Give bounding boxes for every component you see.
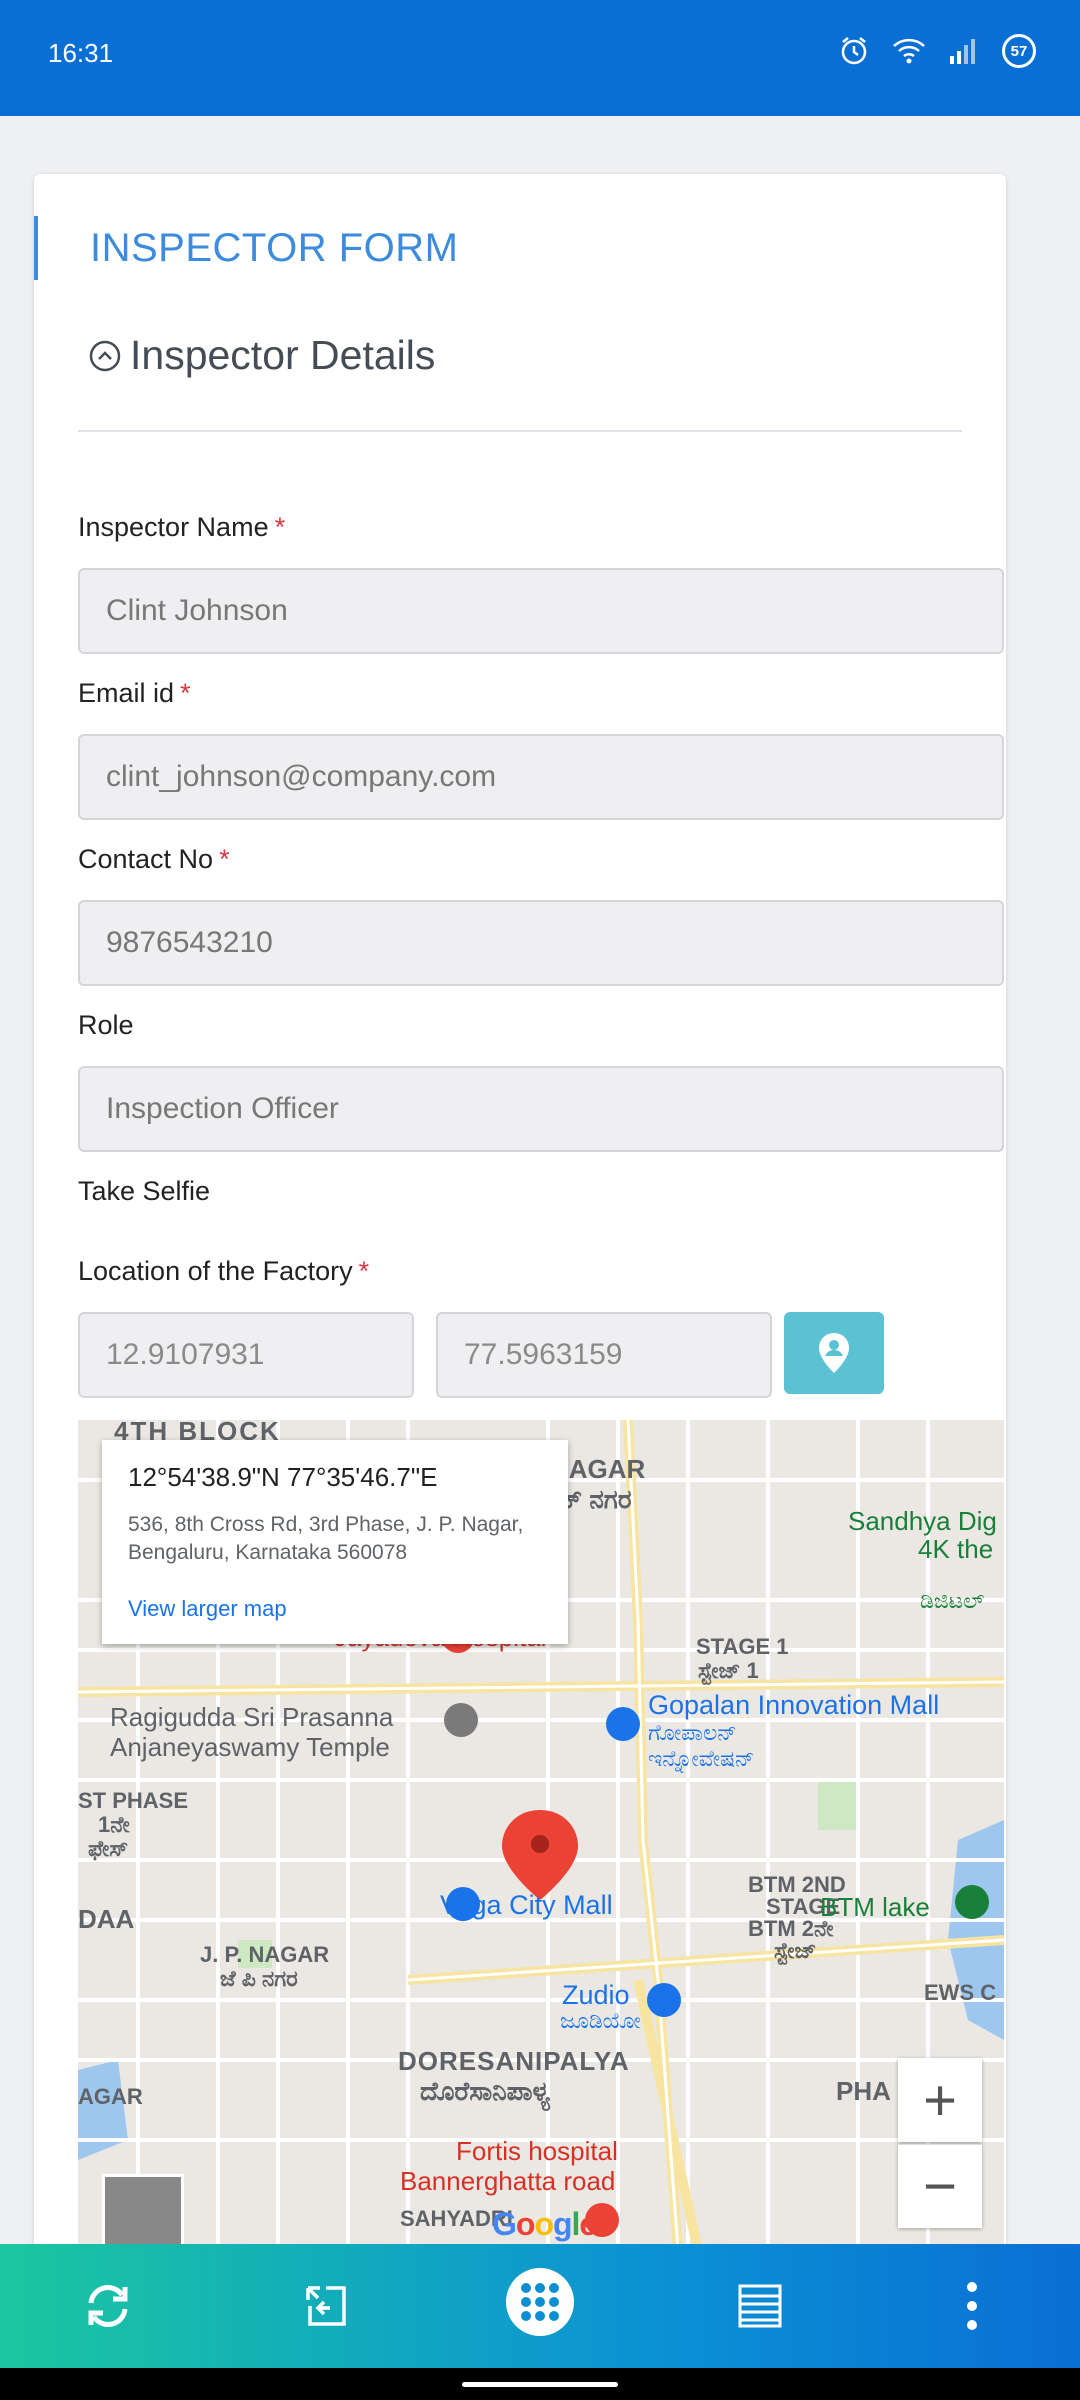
exit-icon: [306, 2286, 346, 2326]
map-label: BTM lake: [820, 1892, 930, 1922]
zoom-out-button[interactable]: −: [898, 2144, 982, 2228]
map-label: ಸ್ಟೇಜ್ 1: [698, 1658, 759, 1683]
map-label: ಡಿಜಿಟಲ್: [920, 1588, 985, 1613]
more-vertical-icon: [967, 2282, 977, 2330]
collapse-chevron-icon[interactable]: [88, 339, 122, 373]
map-label: Zudio: [562, 1980, 630, 2010]
battery-icon: 57: [1002, 34, 1036, 68]
map-label: ಕ್ ನಗರ: [562, 1484, 632, 1514]
map-label: Bannerghatta road: [400, 2166, 616, 2196]
bottom-toolbar: [0, 2244, 1080, 2368]
section-divider: [78, 430, 962, 432]
list-icon: [738, 2284, 782, 2328]
list-button[interactable]: [724, 2270, 796, 2342]
location-pin-icon: [819, 1333, 849, 1373]
map-label: AGAR: [78, 2084, 143, 2109]
map-label: ಫೇಸ್: [88, 1836, 129, 1861]
role-field[interactable]: Inspection Officer: [78, 1066, 1004, 1152]
role-label: Role: [78, 1010, 134, 1040]
map-label: Anjaneyaswamy Temple: [110, 1732, 390, 1762]
map-label: 4K the: [918, 1534, 994, 1564]
signal-icon: [950, 39, 975, 64]
map-label: ದೊರೆಸಾನಿಪಾಳ್ಯ: [420, 2076, 551, 2106]
info-window-address: 536, 8th Cross Rd, 3rd Phase, J. P. Naga…: [128, 1513, 524, 1564]
required-marker: *: [358, 1256, 370, 1286]
contact-label: Contact No *: [78, 844, 230, 874]
inspector-name-label: Inspector Name *: [78, 512, 286, 542]
longitude-field[interactable]: 77.5963159: [436, 1312, 772, 1398]
required-marker: *: [180, 678, 191, 708]
status-icons: 57: [838, 34, 1036, 68]
wifi-icon: [893, 38, 925, 64]
latitude-field[interactable]: 12.9107931: [78, 1312, 414, 1398]
alarm-icon: [841, 37, 867, 65]
map-label: Fortis hospital: [456, 2136, 618, 2166]
section-header[interactable]: Inspector Details: [88, 332, 435, 379]
status-time: 16:31: [48, 38, 114, 68]
map-label: ಜೆ ಪಿ ನಗರ: [220, 1966, 298, 1991]
required-marker: *: [219, 844, 230, 874]
map-label: ಇನ್ನೋವೇಷನ್: [648, 1746, 755, 1771]
map-label: STAGE 1: [696, 1634, 789, 1659]
map-info-window: 12°54'38.9"N 77°35'46.7"E 536, 8th Cross…: [102, 1440, 568, 1644]
email-label: Email id *: [78, 678, 191, 708]
back-button[interactable]: [290, 2270, 362, 2342]
map-label: Sandhya Dig: [848, 1506, 997, 1536]
map-label: Vega City Mall: [440, 1890, 613, 1920]
view-larger-map-link[interactable]: View larger map: [128, 1596, 287, 1622]
get-location-button[interactable]: [784, 1312, 884, 1394]
status-bar: 16:31 57: [0, 0, 1080, 116]
map-label: Gopalan Innovation Mall: [648, 1690, 940, 1720]
map-label: ಜೂಡಿಯೋ: [560, 2008, 641, 2033]
take-selfie-label[interactable]: Take Selfie: [78, 1176, 210, 1207]
map-label: ಗೋಪಾಲನ್: [648, 1720, 737, 1745]
satellite-toggle-button[interactable]: [102, 2174, 184, 2250]
zoom-in-button[interactable]: +: [898, 2058, 982, 2142]
map-label: ಸ್ಟೇಜ್: [774, 1938, 817, 1963]
location-label: Location of the Factory *: [78, 1256, 370, 1286]
sync-icon: [88, 2285, 128, 2327]
map-label: PHA: [836, 2076, 891, 2106]
contact-field[interactable]: 9876543210: [78, 900, 1004, 986]
required-marker: *: [274, 512, 286, 542]
form-title: INSPECTOR FORM: [34, 216, 459, 280]
map-label: DAA: [78, 1904, 135, 1934]
inspector-name-field[interactable]: Clint Johnson: [78, 568, 1004, 654]
apps-grid-button[interactable]: [506, 2268, 574, 2336]
map-label: DORESANIPALYA: [398, 2046, 630, 2076]
email-field[interactable]: clint_johnson@company.com: [78, 734, 1004, 820]
info-window-coords: 12°54'38.9"N 77°35'46.7"E: [128, 1462, 438, 1492]
map-label: J. P. NAGAR: [200, 1942, 330, 1967]
google-logo: Google: [492, 2206, 597, 2242]
form-card: INSPECTOR FORM Inspector Details Inspect…: [34, 174, 1006, 2254]
more-options-button[interactable]: [936, 2270, 1008, 2342]
map-label: Ragigudda Sri Prasanna: [110, 1702, 394, 1732]
section-title: Inspector Details: [130, 332, 436, 378]
grid-dots-icon: [521, 2283, 559, 2321]
home-gesture-bar[interactable]: [462, 2382, 618, 2387]
map-label: EWS C: [924, 1980, 997, 2005]
map-view[interactable]: 4TH BLOCK K NAGAR ಕ್ ನಗರ Sandhya Dig 4K …: [78, 1420, 1004, 2250]
map-label: 1ನೇ: [98, 1812, 130, 1837]
map-label: ST PHASE: [78, 1788, 189, 1813]
sync-button[interactable]: [72, 2270, 144, 2342]
